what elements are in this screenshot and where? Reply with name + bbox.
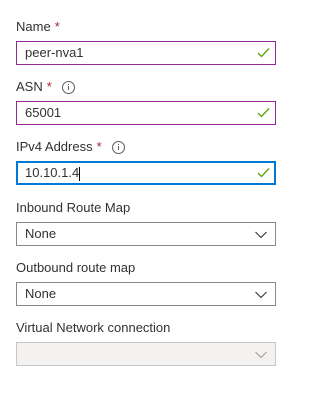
outbound-route-map-label: Outbound route map <box>16 260 136 275</box>
outbound-label-row: Outbound route map <box>16 260 276 276</box>
inbound-label-row: Inbound Route Map <box>16 200 276 216</box>
ipv4-input-value: 10.10.1.4 <box>25 165 80 180</box>
name-required-marker: * <box>54 19 60 34</box>
inbound-route-map-dropdown[interactable]: None <box>16 222 276 246</box>
chevron-down-icon <box>255 291 267 299</box>
outbound-route-map-dropdown[interactable]: None <box>16 282 276 306</box>
chevron-down-icon <box>255 351 267 359</box>
info-icon[interactable] <box>61 80 75 94</box>
asn-input[interactable]: 65001 <box>16 101 276 125</box>
asn-input-value: 65001 <box>25 105 62 120</box>
checkmark-icon <box>257 168 270 178</box>
ipv4-field-group: IPv4 Address * 10.10.1.4 <box>16 139 276 185</box>
outbound-selected-value: None <box>25 286 57 301</box>
checkmark-icon <box>257 108 270 118</box>
vnet-connection-label: Virtual Network connection <box>16 320 171 335</box>
ipv4-required-marker: * <box>96 139 102 154</box>
asn-required-marker: * <box>46 79 52 94</box>
asn-label-row: ASN * <box>16 79 276 95</box>
inbound-selected-value: None <box>25 226 57 241</box>
outbound-route-map-group: Outbound route map None <box>16 260 276 306</box>
inbound-route-map-group: Inbound Route Map None <box>16 200 276 246</box>
asn-field-group: ASN * 65001 <box>16 79 276 125</box>
chevron-down-icon <box>255 231 267 239</box>
ipv4-address-input[interactable]: 10.10.1.4 <box>16 161 276 185</box>
text-cursor <box>79 166 81 181</box>
asn-label: ASN <box>16 79 43 94</box>
ipv4-label: IPv4 Address <box>16 139 93 154</box>
name-field-group: Name * peer-nva1 <box>16 19 276 65</box>
inbound-route-map-label: Inbound Route Map <box>16 200 131 215</box>
name-label-row: Name * <box>16 19 276 35</box>
vnet-connection-dropdown <box>16 342 276 366</box>
ipv4-label-row: IPv4 Address * <box>16 139 276 155</box>
checkmark-icon <box>257 48 270 58</box>
info-icon[interactable] <box>111 140 125 154</box>
name-input-value: peer-nva1 <box>25 45 84 60</box>
vnet-connection-group: Virtual Network connection <box>16 320 276 366</box>
vnet-label-row: Virtual Network connection <box>16 320 276 336</box>
name-label: Name <box>16 19 51 34</box>
name-input[interactable]: peer-nva1 <box>16 41 276 65</box>
